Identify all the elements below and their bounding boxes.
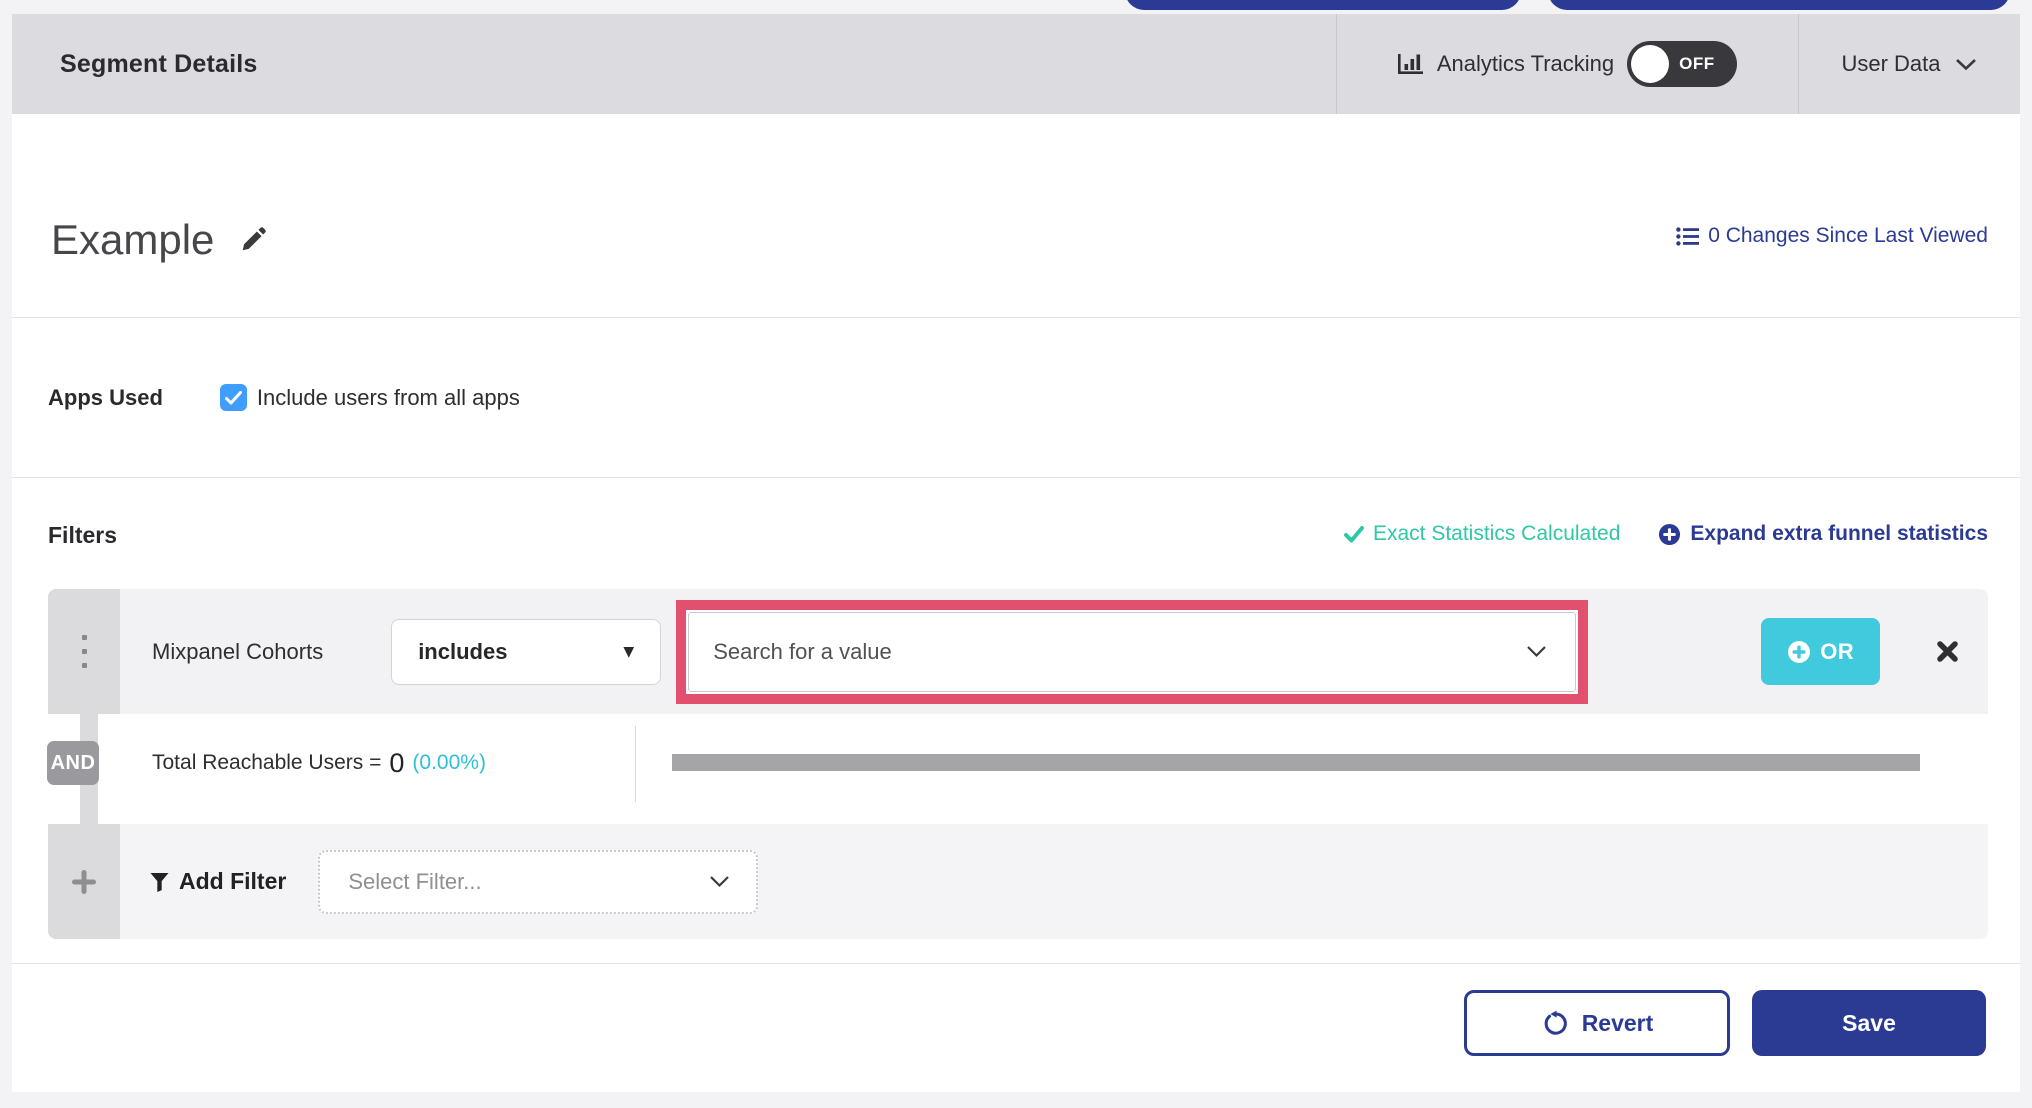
operator-select[interactable]: includes ▼ — [391, 618, 662, 685]
add-filter-label-group: Add Filter — [150, 868, 286, 895]
panel-header: Segment Details Analytics Tracking OFF U… — [12, 14, 2020, 114]
filters-section: Filters Exact Statistics Calculated Expa… — [12, 478, 2020, 964]
plus-circle-icon — [1658, 523, 1681, 546]
reachable-users-value: 0 — [389, 747, 405, 778]
exact-statistics-status: Exact Statistics Calculated — [1343, 522, 1621, 546]
or-button-label: OR — [1820, 638, 1855, 664]
caret-down-icon: ▼ — [623, 643, 635, 660]
analytics-tracking-label: Analytics Tracking — [1436, 51, 1615, 76]
top-cutoff-button-2[interactable] — [1548, 0, 2010, 10]
segment-details-page: Segment Details Analytics Tracking OFF U… — [0, 0, 2032, 1108]
bar-chart-icon — [1397, 52, 1424, 76]
save-button-label: Save — [1842, 1009, 1896, 1036]
grip-dot — [81, 649, 87, 654]
add-filter-body: Add Filter Select Filter... — [120, 824, 1988, 939]
revert-icon — [1541, 1010, 1568, 1037]
include-all-apps-checkbox[interactable] — [219, 384, 247, 411]
funnel-icon — [150, 872, 169, 892]
remove-filter-button[interactable] — [1932, 637, 1962, 667]
reachable-users-bar — [672, 754, 1920, 771]
drag-handle[interactable] — [48, 589, 120, 714]
check-icon — [1343, 525, 1364, 543]
filters-heading: Filters — [48, 522, 118, 548]
filter-name: Mixpanel Cohorts — [152, 638, 324, 664]
grip-dot — [81, 663, 87, 668]
segment-name: Example — [51, 216, 215, 263]
plus-icon — [72, 869, 96, 894]
and-badge: AND — [47, 741, 99, 785]
title-section: Example Tags — [12, 114, 2020, 390]
expand-funnel-statistics-link[interactable]: Expand extra funnel statistics — [1658, 522, 1988, 546]
reachable-users-percent: (0.00%) — [412, 751, 486, 774]
add-or-condition-button[interactable]: OR — [1761, 618, 1881, 685]
user-data-dropdown[interactable]: User Data — [1798, 14, 2020, 114]
user-data-label: User Data — [1841, 51, 1941, 76]
vertical-divider — [635, 726, 636, 802]
reachable-users-label: Total Reachable Users = — [152, 751, 382, 774]
add-filter-grip-cell[interactable] — [48, 824, 120, 939]
revert-button-label: Revert — [1581, 1009, 1654, 1036]
footer-actions: Revert Save — [12, 964, 2020, 1092]
value-search-select[interactable]: Search for a value — [688, 611, 1577, 692]
include-all-apps-label: Include users from all apps — [256, 384, 520, 410]
total-reachable-users: Total Reachable Users = 0 (0.00%) — [152, 734, 486, 792]
top-cutoff-button-1[interactable] — [1125, 0, 1521, 10]
chevron-down-icon — [709, 875, 730, 888]
grip-dot — [81, 635, 87, 640]
add-filter-label: Add Filter — [179, 868, 287, 894]
panel-title: Segment Details — [60, 49, 258, 78]
value-search-placeholder: Search for a value — [713, 638, 892, 664]
segment-name-row: Example — [51, 214, 270, 266]
changes-since-last-viewed-link[interactable]: 0 Changes Since Last Viewed — [1676, 224, 1988, 248]
operator-value: includes — [418, 638, 508, 664]
expand-funnel-statistics-label: Expand extra funnel statistics — [1690, 522, 1988, 545]
filter-row: Mixpanel Cohorts includes ▼ Search for a… — [48, 589, 1988, 714]
plus-circle-icon — [1787, 640, 1811, 664]
add-filter-row: Add Filter Select Filter... — [48, 824, 1988, 939]
save-button[interactable]: Save — [1752, 990, 1986, 1056]
pencil-icon — [237, 224, 269, 256]
chevron-down-icon — [1955, 58, 1977, 71]
analytics-tracking-toggle[interactable]: OFF — [1627, 41, 1738, 87]
revert-button[interactable]: Revert — [1464, 990, 1730, 1056]
checkmark-icon — [224, 390, 242, 405]
apps-used-section: Apps Used Include users from all apps — [12, 318, 2020, 478]
toggle-state-label: OFF — [1679, 54, 1715, 73]
select-filter-placeholder: Select Filter... — [348, 868, 482, 894]
analytics-tracking-control: Analytics Tracking OFF — [1336, 14, 1798, 114]
apps-used-label: Apps Used — [48, 384, 163, 410]
toggle-knob — [1631, 45, 1670, 83]
filter-row-body: Mixpanel Cohorts includes ▼ Search for a… — [120, 589, 1988, 714]
edit-name-button[interactable] — [236, 223, 270, 257]
exact-statistics-label: Exact Statistics Calculated — [1372, 522, 1621, 545]
select-filter-dropdown[interactable]: Select Filter... — [318, 849, 759, 914]
highlight-box: Search for a value — [676, 599, 1589, 704]
chevron-down-icon — [1526, 645, 1547, 658]
list-icon — [1676, 226, 1700, 246]
filters-status-links: Exact Statistics Calculated Expand extra… — [1343, 522, 1988, 546]
changes-link-label: 0 Changes Since Last Viewed — [1708, 224, 1988, 247]
close-icon — [1934, 638, 1961, 665]
segment-details-panel: Segment Details Analytics Tracking OFF U… — [12, 14, 2020, 1092]
